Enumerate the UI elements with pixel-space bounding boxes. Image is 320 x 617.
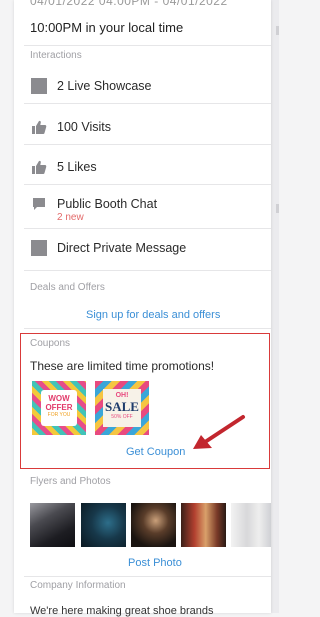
photo-thumbnail[interactable] — [181, 503, 226, 547]
divider — [24, 228, 271, 229]
divider — [24, 328, 271, 329]
interaction-label: Public Booth Chat — [57, 197, 158, 211]
photo-thumbnail[interactable] — [81, 503, 126, 547]
local-time: 10:00PM in your local time — [30, 20, 184, 35]
photo-thumbnail[interactable] — [30, 503, 75, 547]
interaction-public-booth-chat[interactable]: Public Booth Chat 2 new — [30, 192, 270, 228]
company-description: We're here making great shoe brands — [30, 605, 214, 617]
event-date-range: 04/01/2022 04:00PM - 04/01/2022 — [30, 0, 228, 8]
divider — [24, 270, 271, 271]
coupons-section-label: Coupons — [30, 338, 71, 349]
interaction-label: 100 Visits — [57, 120, 111, 134]
divider — [24, 45, 271, 46]
divider — [24, 576, 271, 577]
background-edge — [271, 0, 279, 613]
showcase-icon — [30, 77, 48, 95]
coupon-card: OH! SALE 50% OFF — [103, 389, 141, 427]
interaction-label: Direct Private Message — [57, 241, 187, 255]
interaction-label: 2 Live Showcase — [57, 79, 152, 93]
interaction-visits[interactable]: 100 Visits — [30, 112, 270, 142]
interaction-label: 5 Likes — [57, 160, 97, 174]
photo-thumbnail[interactable] — [231, 503, 271, 547]
coupon-text: FOR YOU — [47, 412, 71, 418]
coupon-sale[interactable]: OH! SALE 50% OFF — [95, 381, 149, 435]
deals-signup-link[interactable]: Sign up for deals and offers — [86, 309, 220, 321]
get-coupon-link[interactable]: Get Coupon — [126, 446, 185, 458]
coupon-text: 50% OFF — [111, 414, 133, 420]
scroll-edge-marker — [276, 26, 279, 35]
message-icon — [30, 239, 48, 257]
post-photo-link[interactable]: Post Photo — [128, 557, 182, 569]
coupon-text: SALE — [105, 399, 139, 414]
coupon-card: WOW OFFER FOR YOU — [41, 390, 77, 426]
divider — [24, 103, 271, 104]
flyers-section-label: Flyers and Photos — [30, 476, 111, 487]
new-messages-badge: 2 new — [57, 212, 84, 223]
company-section-label: Company Information — [30, 580, 126, 591]
chat-bubble-icon — [30, 195, 48, 213]
photo-thumbnail[interactable] — [131, 503, 176, 547]
interactions-section-label: Interactions — [30, 50, 82, 61]
thumbs-up-icon — [30, 118, 48, 136]
coupons-description: These are limited time promotions! — [30, 359, 215, 373]
thumbs-up-icon — [30, 158, 48, 176]
divider — [24, 144, 271, 145]
scroll-edge-marker — [276, 204, 279, 213]
interaction-likes[interactable]: 5 Likes — [30, 152, 270, 182]
coupon-wow-offer[interactable]: WOW OFFER FOR YOU — [32, 381, 86, 435]
interaction-direct-message[interactable]: Direct Private Message — [30, 233, 270, 263]
annotation-arrow-icon — [193, 415, 245, 449]
coupon-text: WOW — [48, 394, 70, 403]
divider — [24, 184, 271, 185]
coupon-text: OFFER — [45, 403, 73, 412]
deals-section-label: Deals and Offers — [30, 282, 105, 293]
interaction-live-showcase[interactable]: 2 Live Showcase — [30, 71, 270, 101]
